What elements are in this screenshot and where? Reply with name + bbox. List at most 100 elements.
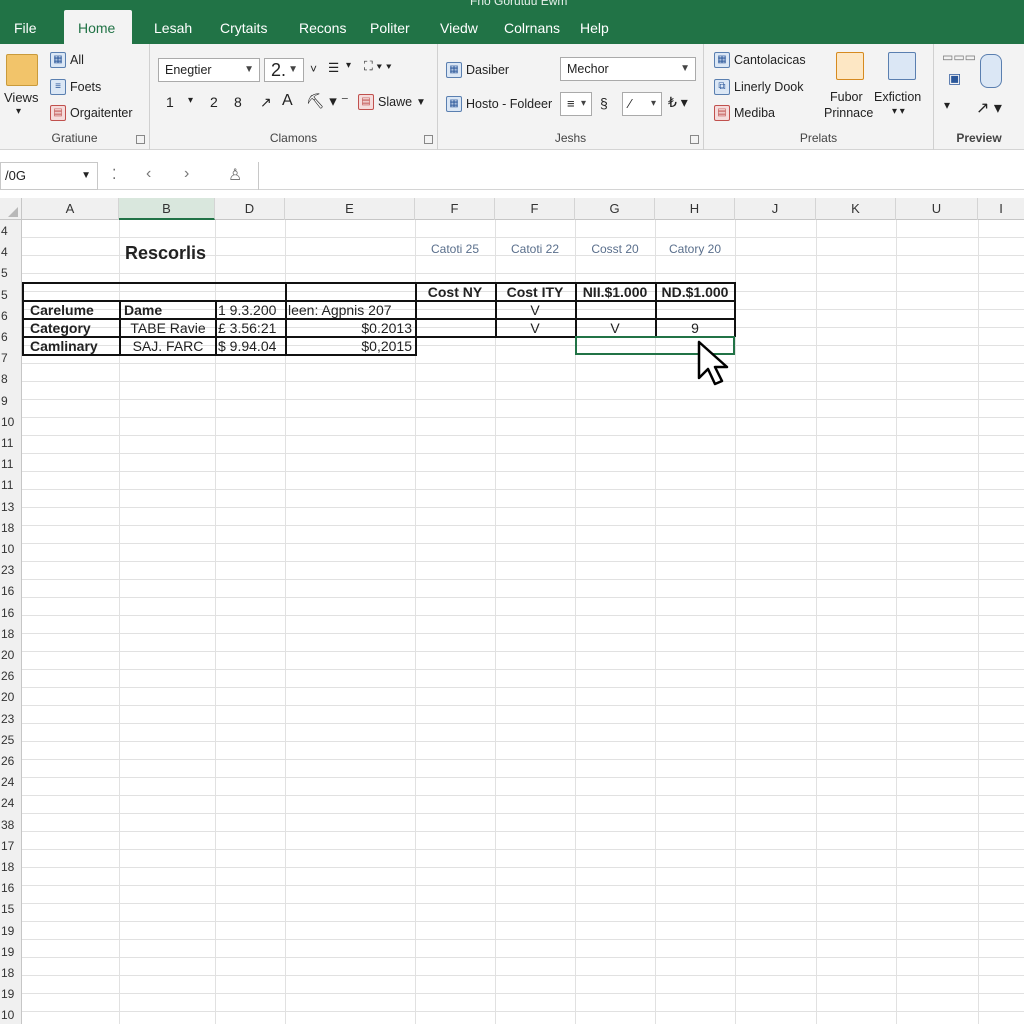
column-header[interactable]: I	[978, 198, 1024, 220]
table-cell[interactable]: V	[495, 301, 575, 319]
align-dropdown-icon[interactable]: ▾	[346, 60, 351, 71]
row-header[interactable]: 17	[0, 837, 22, 855]
column-header[interactable]: F	[495, 198, 575, 220]
tab-colrnans[interactable]: Colrnans	[490, 10, 574, 44]
tab-viedw[interactable]: Viedw	[426, 10, 492, 44]
preview-dropdown-icon[interactable]: ▾	[944, 98, 950, 112]
align-icon[interactable]: ☰	[328, 60, 339, 75]
row-header[interactable]: 11	[0, 455, 22, 473]
column-header[interactable]: B	[119, 198, 215, 220]
row-header[interactable]: 9	[0, 392, 22, 410]
font-size-dropdown[interactable]: 2. ▼	[264, 58, 304, 82]
row-header[interactable]: 26	[0, 752, 22, 770]
prinnace-button[interactable]: Prinnace	[824, 106, 873, 120]
tab-politer[interactable]: Politer	[356, 10, 424, 44]
cancel-icon[interactable]: ‹	[146, 165, 151, 183]
name-box[interactable]: /0G ▼	[0, 162, 98, 190]
cell-label[interactable]: Catory 20	[655, 240, 735, 258]
extiction-dropdown-icon[interactable]: ▾ ▾	[892, 106, 905, 117]
row-header[interactable]: 24	[0, 773, 22, 791]
tab-help[interactable]: Help	[566, 10, 623, 44]
table-cell[interactable]: Dame	[120, 301, 166, 319]
column-header[interactable]: F	[415, 198, 495, 220]
all-button[interactable]: ▦ All	[50, 52, 84, 68]
row-header[interactable]: 26	[0, 667, 22, 685]
column-header[interactable]: U	[896, 198, 978, 220]
row-header[interactable]: 10	[0, 540, 22, 558]
column-header[interactable]: A	[22, 198, 119, 220]
more-options-icon[interactable]: ↗ ▾	[976, 98, 1002, 118]
row-header[interactable]: 16	[0, 582, 22, 600]
table-header-cell[interactable]: ND.$1.000	[655, 283, 735, 301]
row-header[interactable]: 6	[0, 307, 22, 325]
table-header-cell[interactable]: NII.$1.000	[575, 283, 655, 301]
mediba-button[interactable]: ▤ Mediba	[714, 105, 775, 121]
format-painter-icon[interactable]: ⛶ ▾ ▾	[364, 59, 392, 74]
tab-lesah[interactable]: Lesah	[140, 10, 206, 44]
document-icon[interactable]	[836, 52, 864, 80]
row-header[interactable]: 15	[0, 900, 22, 918]
column-header[interactable]: H	[655, 198, 735, 220]
table-header-cell[interactable]: Cost ITY	[495, 283, 575, 301]
views-dropdown-icon[interactable]: ▾	[16, 106, 21, 117]
table-cell[interactable]: leen: Agpnis 207	[286, 301, 416, 319]
row-header[interactable]: 18	[0, 858, 22, 876]
table-cell[interactable]: £ 3.56:21	[216, 319, 286, 337]
dialog-launcher-icon[interactable]	[424, 135, 433, 144]
table-cell[interactable]: Category	[26, 319, 95, 337]
font-name-dropdown[interactable]: Enegtier ▼	[158, 58, 260, 82]
touch-icon[interactable]	[980, 54, 1002, 88]
row-header[interactable]: 8	[0, 370, 22, 388]
cell-label[interactable]: Cosst 20	[575, 240, 655, 258]
row-header[interactable]: 38	[0, 816, 22, 834]
select-all-button[interactable]	[0, 198, 22, 220]
cell-label[interactable]: Catoti 25	[415, 240, 495, 258]
dropdown-icon[interactable]: ▾	[188, 95, 193, 106]
row-header[interactable]: 7	[0, 349, 22, 367]
row-header[interactable]: 25	[0, 731, 22, 749]
sheet-title[interactable]: Rescorlis	[121, 242, 210, 264]
insert-function-icon[interactable]: ♙	[228, 165, 242, 185]
row-header[interactable]: 18	[0, 964, 22, 982]
bold-button[interactable]: 1	[166, 94, 174, 110]
column-header[interactable]: J	[735, 198, 816, 220]
row-header[interactable]: 20	[0, 646, 22, 664]
row-header[interactable]: 16	[0, 879, 22, 897]
monitor-icon[interactable]	[888, 52, 916, 80]
row-header[interactable]: 4	[0, 243, 22, 261]
table-cell[interactable]: 9	[655, 319, 735, 337]
table-cell[interactable]: SAJ. FARC	[120, 337, 216, 355]
table-cell[interactable]: Carelume	[26, 301, 98, 319]
table-cell[interactable]: V	[575, 319, 655, 337]
table-cell[interactable]: TABE Ravie	[120, 319, 216, 337]
row-header[interactable]: 6	[0, 328, 22, 346]
row-header[interactable]: 5	[0, 286, 22, 304]
table-cell[interactable]: $ 9.94.04	[216, 337, 286, 355]
fill-color-icon[interactable]: ⛏ ▾ ⁻	[306, 92, 349, 110]
table-cell[interactable]: V	[495, 319, 575, 337]
number-format-icon[interactable]: §	[600, 95, 608, 111]
camera-icon[interactable]: ▣	[948, 70, 961, 87]
tab-file[interactable]: File	[0, 10, 51, 44]
table-cell[interactable]: Camlinary	[26, 337, 102, 355]
column-header[interactable]: G	[575, 198, 655, 220]
hoste-folder-button[interactable]: ▦ Hosto - Foldeer	[446, 96, 552, 112]
linerly-dook-button[interactable]: ⧉ Linerly Dook	[714, 79, 803, 95]
table-cell[interactable]: 1 9.3.200	[216, 301, 286, 319]
row-header[interactable]: 11	[0, 434, 22, 452]
currency-format-icon[interactable]: ₺ ▾	[668, 94, 688, 111]
font-color-icon[interactable]: A	[282, 92, 293, 110]
ruler-icon[interactable]: ▭▭▭	[942, 50, 976, 64]
tab-crytaits[interactable]: Crytaits	[206, 10, 281, 44]
tab-home[interactable]: Home	[64, 10, 132, 44]
row-header[interactable]: 18	[0, 625, 22, 643]
row-header[interactable]: 20	[0, 688, 22, 706]
row-header[interactable]: 23	[0, 710, 22, 728]
percent-format-dropdown[interactable]: ⁄ ▾	[622, 92, 662, 116]
row-header[interactable]: 19	[0, 985, 22, 1003]
table-header-cell[interactable]: Cost NY	[415, 283, 495, 301]
row-header[interactable]: 10	[0, 1006, 22, 1024]
row-header[interactable]: 11	[0, 476, 22, 494]
fubor-button[interactable]: Fubor	[830, 90, 863, 104]
tab-recons[interactable]: Recons	[285, 10, 360, 44]
